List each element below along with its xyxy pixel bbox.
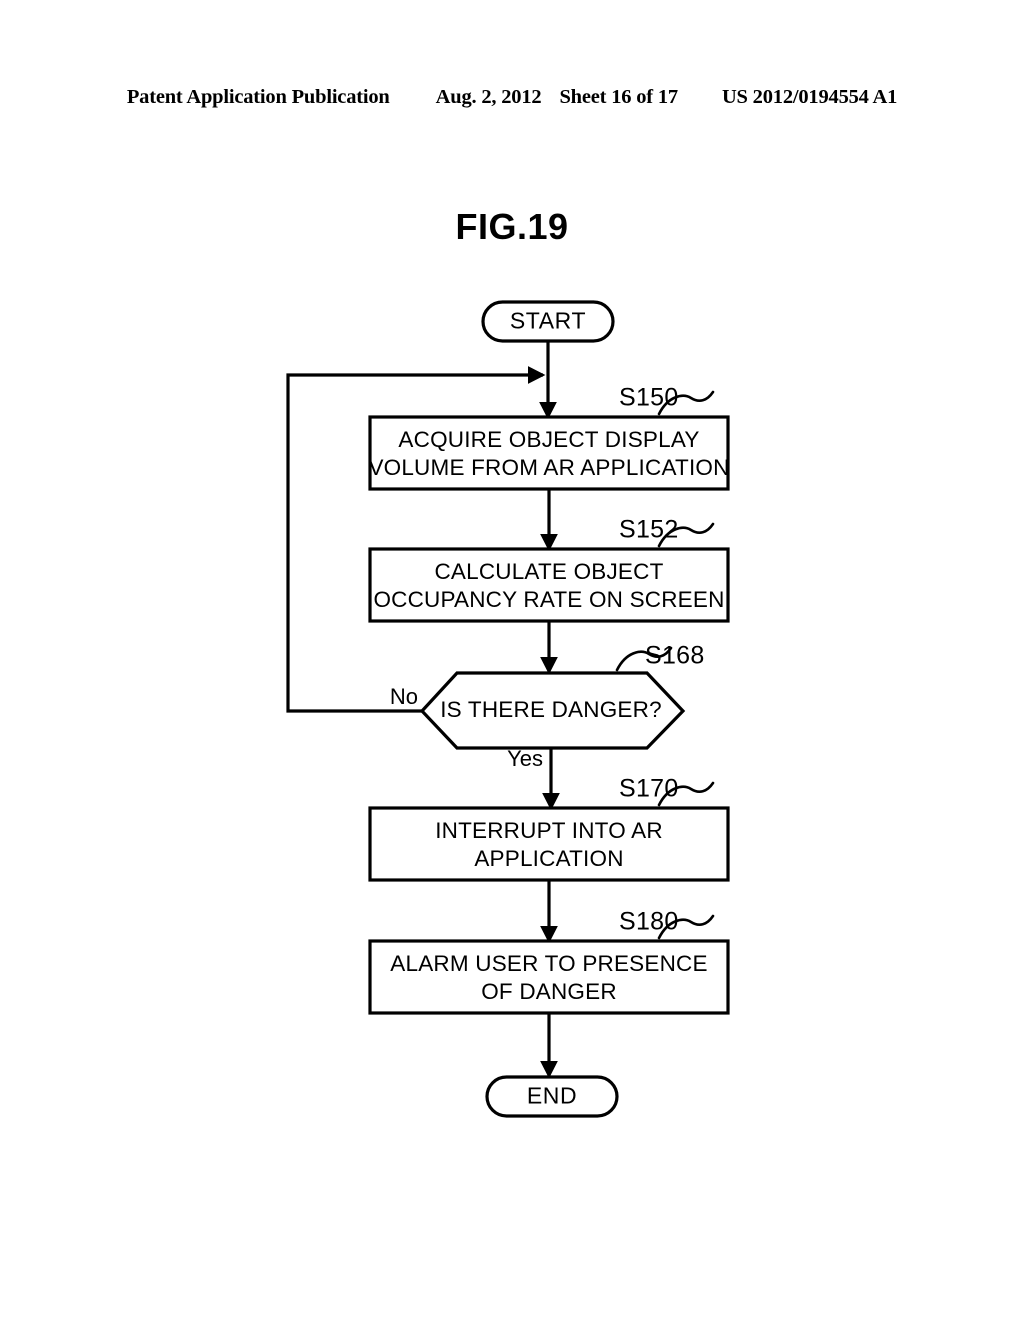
node-s180: ALARM USER TO PRESENCE OF DANGER xyxy=(368,939,730,1015)
node-s150-line2: VOLUME FROM AR APPLICATION xyxy=(368,455,729,480)
step-label-s150: S150 xyxy=(619,384,679,412)
node-end-label: END xyxy=(527,1083,577,1109)
step-label-s152: S152 xyxy=(619,516,679,544)
node-s152: CALCULATE OBJECT OCCUPANCY RATE ON SCREE… xyxy=(368,547,730,623)
step-label-s180: S180 xyxy=(619,908,679,936)
node-s152-line2: OCCUPANCY RATE ON SCREEN xyxy=(373,587,724,612)
node-s168-label: IS THERE DANGER? xyxy=(440,697,662,722)
node-s180-line1: ALARM USER TO PRESENCE xyxy=(390,951,707,976)
node-s170-line2: APPLICATION xyxy=(474,846,623,871)
node-s150: ACQUIRE OBJECT DISPLAY VOLUME FROM AR AP… xyxy=(368,415,730,491)
node-s150-line1: ACQUIRE OBJECT DISPLAY xyxy=(398,427,699,452)
node-end: END xyxy=(485,1075,619,1118)
step-label-s170: S170 xyxy=(619,775,679,803)
branch-label-no: No xyxy=(390,684,418,709)
branch-label-yes: Yes xyxy=(507,746,543,771)
node-s168-decision: IS THERE DANGER? xyxy=(419,671,686,750)
step-label-s168: S168 xyxy=(645,642,705,670)
node-s152-line1: CALCULATE OBJECT xyxy=(434,559,663,584)
node-s170: INTERRUPT INTO AR APPLICATION xyxy=(368,806,730,882)
node-start-label: START xyxy=(510,308,586,334)
node-start: START xyxy=(481,300,615,343)
node-s180-line2: OF DANGER xyxy=(481,979,617,1004)
flowchart-diagram: START ACQUIRE OBJECT DISPLAY VOLUME FROM… xyxy=(0,0,1024,1320)
node-s170-line1: INTERRUPT INTO AR xyxy=(435,818,663,843)
